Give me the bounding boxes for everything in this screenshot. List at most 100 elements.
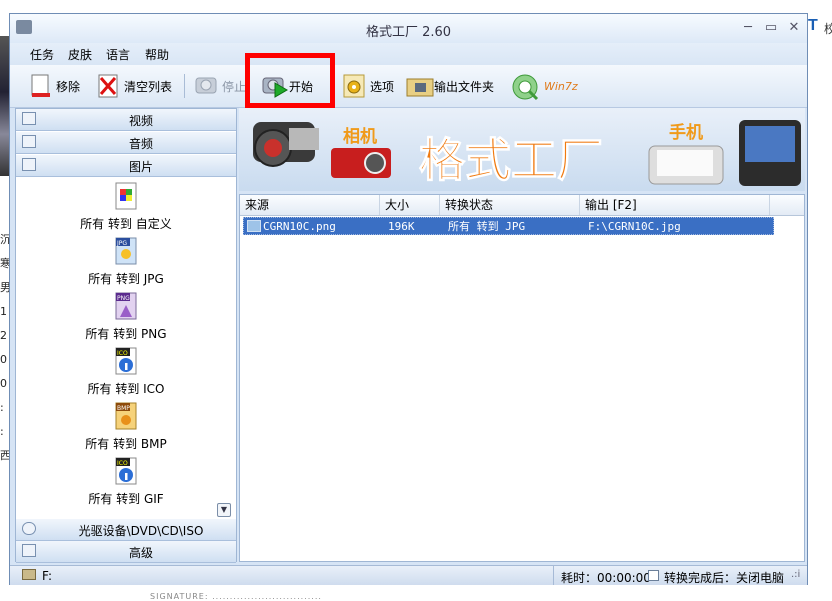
format-factory-window: 格式工厂 2.60 ─ ▭ ✕ 任务 皮肤 语言 帮助 移除 清空列表 停止 开… (9, 13, 808, 585)
convert-png-item[interactable]: PNG 所有 转到 PNG (16, 291, 236, 342)
col-source[interactable]: 来源 (240, 195, 380, 215)
start-highlight-box (245, 53, 335, 108)
category-video[interactable]: 视频 (16, 109, 236, 131)
status-after-label: 转换完成后：关闭电脑 (664, 571, 785, 585)
gif-icon: ICO (112, 456, 140, 488)
bmp-icon: BMP (112, 401, 140, 433)
status-elapsed: 耗时：00:00:00 (561, 571, 651, 585)
banner-graphic: 相机 格式工厂 手机 (253, 120, 801, 188)
drive-icon (22, 569, 36, 580)
jpg-badge: JPG (116, 240, 127, 247)
disc-icon (22, 522, 36, 535)
stop-label: 停止 (222, 79, 247, 94)
banner-camera-text: 相机 (343, 126, 377, 147)
banner-phone-text: 手机 (669, 122, 703, 143)
col-extra (770, 195, 804, 215)
maximize-button[interactable]: ▭ (760, 18, 782, 38)
stop-button[interactable]: 停止 (194, 71, 246, 101)
shutdown-checkbox[interactable] (648, 570, 659, 581)
ico-badge: ICO (117, 350, 128, 357)
category-image-label: 图片 (128, 160, 153, 174)
win7z-label: Win7z (544, 79, 578, 93)
menu-help[interactable]: 帮助 (145, 46, 169, 63)
convert-custom-label: 所有 转到 自定义 (80, 217, 172, 231)
row-source: CGRN10C.png (263, 220, 336, 233)
category-video-label: 视频 (128, 114, 153, 128)
category-image[interactable]: 图片 (16, 155, 236, 177)
category-advanced[interactable]: 高级 (16, 541, 236, 563)
convert-gif-label: 所有 转到 GIF (88, 492, 164, 506)
window-title: 格式工厂 2.60 (365, 25, 452, 40)
gear-icon (342, 73, 366, 99)
category-audio[interactable]: 音频 (16, 132, 236, 154)
table-row[interactable]: CGRN10C.png 196K 所有 转到 JPG F:\CGRN10C.jp… (243, 217, 774, 235)
convert-custom-item[interactable]: 所有 转到 自定义 (16, 181, 236, 232)
output-folder-button[interactable]: 输出文件夹 (406, 71, 494, 101)
category-audio-label: 音频 (128, 137, 153, 151)
category-panel: 视频 音频 图片 所有 转到 自定义 JPG 所有 转到 JPG PNG 所有 … (15, 108, 237, 563)
title-bar[interactable]: 格式工厂 2.60 ─ ▭ ✕ (10, 14, 807, 44)
audio-icon (22, 135, 36, 148)
list-header: 来源 大小 转换状态 输出 [F2] (240, 195, 804, 216)
options-label: 选项 (370, 79, 395, 94)
status-bar: F: 耗时：00:00:00 转换完成后：关闭电脑 .:i (10, 565, 807, 585)
jpg-icon: JPG (112, 236, 140, 268)
convert-jpg-label: 所有 转到 JPG (88, 272, 164, 286)
convert-jpg-item[interactable]: JPG 所有 转到 JPG (16, 236, 236, 287)
menu-skin[interactable]: 皮肤 (68, 46, 92, 63)
col-output[interactable]: 输出 [F2] (580, 195, 770, 215)
remove-button[interactable]: 移除 (28, 71, 80, 101)
clear-list-button[interactable]: 清空列表 (96, 71, 172, 101)
status-divider (553, 566, 554, 585)
win7z-icon (510, 73, 540, 101)
resize-grip-icon[interactable]: .:i (791, 569, 800, 580)
bmp-badge: BMP (117, 405, 130, 412)
convert-gif-item[interactable]: ICO 所有 转到 GIF (16, 456, 236, 507)
convert-ico-label: 所有 转到 ICO (87, 382, 165, 396)
gif-badge: ICO (117, 460, 128, 467)
category-optical[interactable]: 光驱设备\DVD\CD\ISO (16, 519, 236, 541)
row-output: F:\CGRN10C.jpg (588, 220, 681, 233)
ico-icon: ICO (112, 346, 140, 378)
status-drive: F: (42, 569, 53, 583)
banner-title: 格式工厂 (419, 133, 603, 187)
win7z-button[interactable]: Win7z (510, 71, 578, 101)
options-button[interactable]: 选项 (342, 71, 394, 101)
background-right-letter: T (808, 17, 818, 34)
png-badge: PNG (117, 295, 130, 302)
custom-format-icon (112, 181, 140, 213)
remove-icon (28, 73, 52, 99)
toolbar-separator (184, 74, 185, 98)
minimize-button[interactable]: ─ (737, 18, 759, 38)
col-size[interactable]: 大小 (380, 195, 440, 215)
category-advanced-label: 高级 (128, 546, 153, 560)
file-icon (247, 220, 261, 232)
convert-ico-item[interactable]: ICO 所有 转到 ICO (16, 346, 236, 397)
clear-list-label: 清空列表 (124, 79, 173, 94)
menu-task[interactable]: 任务 (30, 46, 54, 63)
output-folder-label: 输出文件夹 (434, 79, 495, 94)
clear-list-icon (96, 73, 120, 99)
convert-png-label: 所有 转到 PNG (85, 327, 167, 341)
row-size: 196K (388, 220, 415, 233)
scroll-down-button[interactable]: ▼ (217, 503, 231, 517)
background-right-char: 校 (824, 22, 832, 36)
remove-label: 移除 (56, 79, 81, 94)
folder-icon (406, 73, 434, 99)
image-icon (22, 158, 36, 171)
background-right-strip (812, 0, 832, 601)
menu-bar: 任务 皮肤 语言 帮助 (10, 43, 807, 65)
png-icon: PNG (112, 291, 140, 323)
task-list: 来源 大小 转换状态 输出 [F2] CGRN10C.png 196K 所有 转… (239, 194, 805, 562)
stop-icon (194, 73, 218, 99)
camcorder-icon (253, 122, 319, 167)
background-signature: SIGNATURE: .............................… (150, 592, 322, 601)
video-icon (22, 112, 36, 125)
close-button[interactable]: ✕ (783, 18, 805, 38)
convert-bmp-item[interactable]: BMP 所有 转到 BMP (16, 401, 236, 452)
menu-language[interactable]: 语言 (106, 46, 130, 63)
col-status[interactable]: 转换状态 (440, 195, 580, 215)
row-status: 所有 转到 JPG (448, 220, 526, 233)
promo-banner: 相机 格式工厂 手机 (239, 108, 805, 191)
category-optical-label: 光驱设备\DVD\CD\ISO (78, 524, 204, 538)
